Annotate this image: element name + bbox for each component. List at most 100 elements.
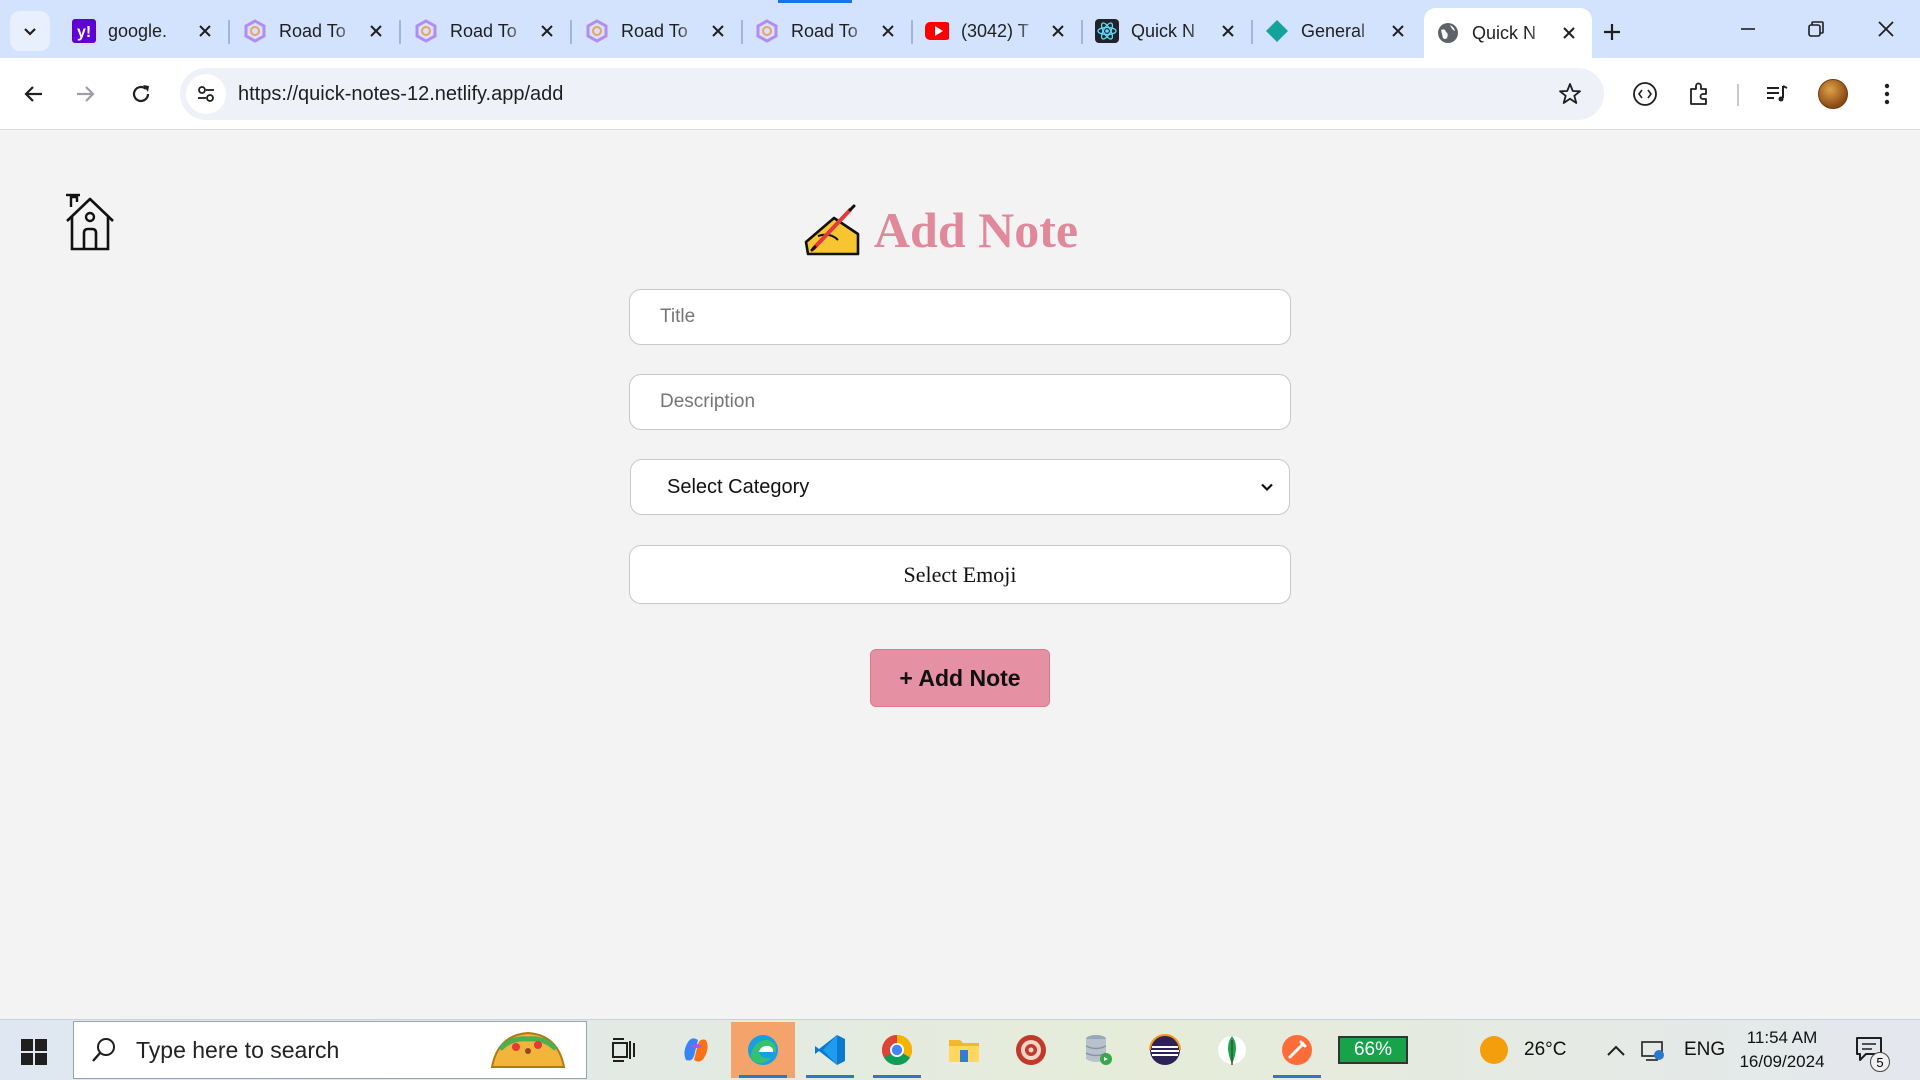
tab-title: Quick N: [1131, 20, 1196, 41]
tab-road-to-4[interactable]: Road To: [743, 10, 913, 52]
target-app-icon[interactable]: [999, 1022, 1063, 1078]
roadmap-icon: [585, 19, 609, 43]
back-button[interactable]: [13, 74, 53, 114]
postman-icon[interactable]: [1265, 1022, 1329, 1078]
globe-icon: [1436, 21, 1460, 45]
database-icon[interactable]: [1066, 1022, 1130, 1078]
task-view-icon[interactable]: [592, 1022, 656, 1078]
reload-button[interactable]: [121, 74, 161, 114]
chevron-down-icon: [1261, 483, 1273, 492]
close-icon[interactable]: [1558, 22, 1580, 44]
close-icon[interactable]: [365, 20, 387, 42]
windows-icon: [21, 1039, 47, 1065]
weather-widget[interactable]: 26°C: [1478, 1020, 1566, 1080]
tab-title: Road To: [791, 20, 858, 41]
system-clock[interactable]: 11:54 AM 16/09/2024: [1736, 1026, 1828, 1074]
description-input[interactable]: [629, 374, 1291, 430]
tab-road-to-2[interactable]: Road To: [402, 10, 572, 52]
youtube-icon: [925, 19, 949, 43]
start-button[interactable]: [14, 1034, 54, 1070]
tab-road-to-3[interactable]: Road To: [573, 10, 743, 52]
reload-icon: [132, 85, 150, 103]
diamond-icon: [1265, 19, 1289, 43]
site-settings-icon[interactable]: [186, 74, 226, 114]
chevron-down-icon: [24, 28, 36, 36]
tab-title: Road To: [450, 20, 517, 41]
tab-title: google.: [108, 20, 168, 41]
new-tab-button[interactable]: [1594, 14, 1630, 50]
eclipse-icon[interactable]: [1133, 1022, 1197, 1078]
roadmap-icon: [243, 19, 267, 43]
select-emoji-button[interactable]: Select Emoji: [629, 545, 1291, 604]
more-menu-icon[interactable]: [1867, 74, 1907, 114]
vscode-icon[interactable]: [798, 1022, 862, 1078]
browser-toolbar: https://quick-notes-12.netlify.app/add: [0, 58, 1920, 130]
title-input[interactable]: [629, 289, 1291, 345]
close-icon[interactable]: [707, 20, 729, 42]
page-title: Add Note: [873, 202, 1079, 258]
close-icon[interactable]: [536, 20, 558, 42]
tab-road-to-1[interactable]: Road To: [231, 10, 401, 52]
tab-quick-notes-react[interactable]: Quick N: [1083, 10, 1253, 52]
close-icon[interactable]: [1047, 20, 1069, 42]
profile-avatar[interactable]: [1813, 74, 1853, 114]
roadmap-icon: [755, 19, 779, 43]
battery-percent: 66%: [1340, 1038, 1406, 1062]
close-icon[interactable]: [1387, 20, 1409, 42]
arrow-left-icon: [24, 86, 42, 102]
extensions-puzzle-icon[interactable]: [1679, 74, 1719, 114]
tab-general[interactable]: General: [1253, 10, 1421, 52]
restore-button[interactable]: [1788, 10, 1844, 48]
show-hidden-icons[interactable]: [1606, 1020, 1626, 1080]
media-control-icon[interactable]: [1757, 74, 1797, 114]
plus-icon: [1604, 24, 1620, 40]
page-content: Add Note Select Category Select Emoji + …: [0, 131, 1920, 1019]
network-icon[interactable]: [1640, 1020, 1666, 1080]
tab-title: Road To: [279, 20, 346, 41]
close-window-button[interactable]: [1858, 10, 1914, 48]
address-bar[interactable]: https://quick-notes-12.netlify.app/add: [180, 68, 1604, 120]
tab-strip: y! google. Road To Road To Road To Road …: [0, 0, 1920, 58]
file-explorer-icon[interactable]: [932, 1022, 996, 1078]
mongodb-icon[interactable]: [1200, 1022, 1264, 1078]
sun-icon: [1480, 1036, 1508, 1064]
search-icon: [92, 1038, 115, 1062]
loading-indicator: [778, 0, 852, 3]
notification-count: 5: [1870, 1052, 1890, 1072]
category-select[interactable]: Select Category: [630, 459, 1290, 515]
url-text: https://quick-notes-12.netlify.app/add: [238, 82, 564, 105]
taco-icon: [490, 1031, 566, 1068]
tab-quick-notes-active[interactable]: Quick N: [1424, 8, 1592, 58]
copilot-icon[interactable]: [664, 1022, 728, 1078]
clock-time: 11:54 AM: [1746, 1028, 1818, 1047]
weather-temperature: 26°C: [1524, 1039, 1567, 1060]
tab-title: Quick N: [1472, 22, 1537, 43]
notification-center-button[interactable]: 5: [1854, 1034, 1890, 1072]
category-select-value: Select Category: [667, 475, 810, 498]
close-icon: [1878, 21, 1894, 37]
minimize-button[interactable]: [1720, 10, 1776, 48]
tab-yahoo[interactable]: y! google.: [60, 10, 230, 52]
language-indicator[interactable]: ENG: [1684, 1020, 1725, 1080]
close-icon[interactable]: [194, 20, 216, 42]
tab-title: General: [1301, 20, 1366, 41]
clock-date: 16/09/2024: [1739, 1052, 1825, 1071]
roadmap-icon: [414, 19, 438, 43]
extension-code-icon[interactable]: [1625, 74, 1665, 114]
bookmark-star-icon[interactable]: [1550, 74, 1590, 114]
windows-taskbar: Type here to search 66% 26°C ENG 11:54 A…: [0, 1019, 1920, 1080]
edge-icon[interactable]: [731, 1022, 795, 1078]
restore-icon: [1808, 21, 1824, 37]
close-icon[interactable]: [877, 20, 899, 42]
arrow-right-icon: [77, 86, 95, 102]
forward-button[interactable]: [66, 74, 106, 114]
chrome-icon[interactable]: [865, 1022, 929, 1078]
close-icon[interactable]: [1217, 20, 1239, 42]
tab-youtube[interactable]: (3042) T: [913, 10, 1083, 52]
tab-title: Road To: [621, 20, 688, 41]
tab-search-button[interactable]: [10, 11, 50, 51]
battery-indicator[interactable]: 66%: [1338, 1036, 1408, 1064]
taskbar-search[interactable]: Type here to search: [73, 1021, 587, 1079]
page-heading: Add Note: [0, 201, 1920, 259]
add-note-button[interactable]: + Add Note: [870, 649, 1050, 707]
